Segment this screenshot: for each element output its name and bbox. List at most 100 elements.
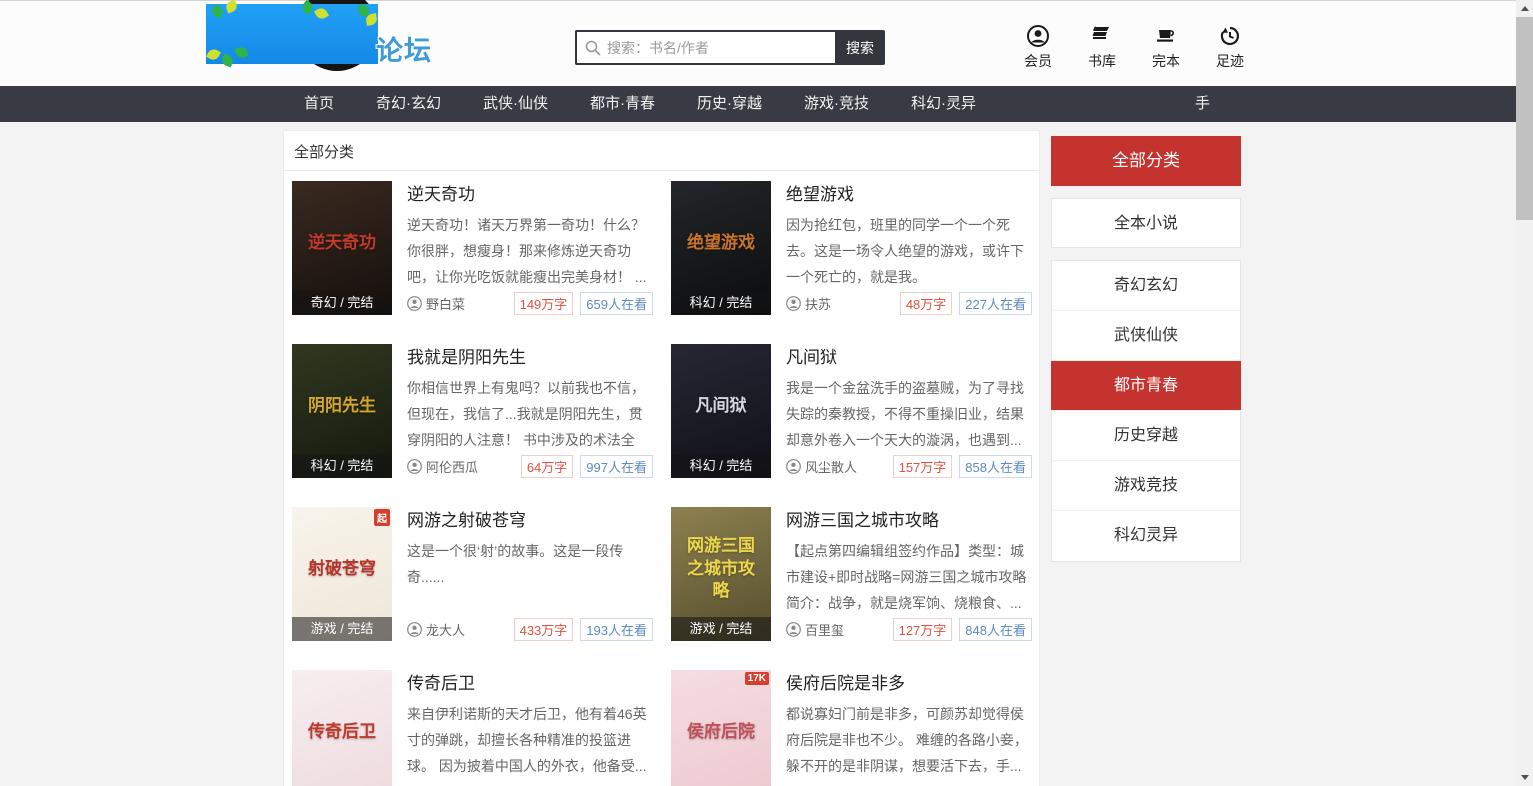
sidebar-category[interactable]: 游戏竞技 xyxy=(1052,461,1240,511)
book-info: 逆天奇功 逆天奇功！诸天万界第一奇功！什么？你很胖，想瘦身！那来修炼逆天奇功吧，… xyxy=(407,181,653,315)
cover-corner-badge: 起 xyxy=(374,509,390,526)
author-name: 风尘散人 xyxy=(805,457,857,476)
book-info: 传奇后卫 来自伊利诺斯的天才后卫，他有着46英寸的弹跳，却擅长各种精准的投篮进球… xyxy=(407,670,653,786)
book-title[interactable]: 绝望游戏 xyxy=(786,185,1032,205)
readers-count-badge: 848人在看 xyxy=(959,618,1032,641)
book-author[interactable]: 阿伦西瓜 xyxy=(407,457,478,476)
site-logo[interactable]: 论坛 xyxy=(206,1,446,81)
author-name: 野白菜 xyxy=(426,294,465,313)
scroll-down-arrow[interactable] xyxy=(1516,769,1533,786)
book-author[interactable]: 野白菜 xyxy=(407,294,465,313)
book-title[interactable]: 网游之射破苍穹 xyxy=(407,511,653,531)
book-cover[interactable]: 传奇后卫 xyxy=(292,670,392,786)
book-cover[interactable]: 阴阳先生 科幻 / 完结 xyxy=(292,344,392,478)
book-title[interactable]: 传奇后卫 xyxy=(407,674,653,694)
footprints-link[interactable]: 足迹 xyxy=(1208,24,1252,71)
cover-title-text: 绝望游戏 xyxy=(683,232,759,255)
footprints-label: 足迹 xyxy=(1216,51,1244,71)
search-input[interactable] xyxy=(607,40,817,56)
member-icon xyxy=(1026,24,1050,48)
library-icon xyxy=(1090,24,1114,48)
book-cover[interactable]: 17K 侯府后院 xyxy=(671,670,771,786)
word-count-badge: 127万字 xyxy=(893,618,953,641)
book-grid: 逆天奇功 奇幻 / 完结 逆天奇功 逆天奇功！诸天万界第一奇功！什么？你很胖，想… xyxy=(292,171,1031,786)
book-cover[interactable]: 网游三国之城市攻略 游戏 / 完结 xyxy=(671,507,771,641)
book-title[interactable]: 逆天奇功 xyxy=(407,185,653,205)
author-icon xyxy=(407,296,422,311)
finished-link[interactable]: 完本 xyxy=(1144,24,1188,71)
member-label: 会员 xyxy=(1024,51,1052,71)
main-nav: 首页 奇幻·玄幻 武侠·仙侠 都市·青春 历史·穿越 游戏·竞技 科幻·灵异 手… xyxy=(0,86,1516,122)
book-author[interactable]: 扶苏 xyxy=(786,294,831,313)
book-description: 逆天奇功！诸天万界第一奇功！什么？你很胖，想瘦身！那来修炼逆天奇功吧，让你光吃饭… xyxy=(407,212,653,290)
book-info: 网游三国之城市攻略 【起点第四编辑组签约作品】类型：城市建设+即时战略=网游三国… xyxy=(786,507,1032,641)
scroll-up-arrow[interactable] xyxy=(1516,0,1533,17)
book-card: 网游三国之城市攻略 游戏 / 完结 网游三国之城市攻略 【起点第四编辑组签约作品… xyxy=(671,507,1032,641)
book-badges: 149万字 659人在看 xyxy=(514,292,653,315)
sidebar-category[interactable]: 科幻灵异 xyxy=(1052,511,1240,561)
search-button[interactable]: 搜索 xyxy=(835,30,885,65)
author-name: 龙大人 xyxy=(426,620,465,639)
header-quick-links: 会员 书库 完本 足迹 xyxy=(1016,24,1252,71)
cover-category-tag: 奇幻 / 完结 xyxy=(292,291,392,315)
author-name: 百里玺 xyxy=(805,620,844,639)
book-meta: 扶苏 48万字 227人在看 xyxy=(786,292,1032,315)
book-meta: 风尘散人 157万字 858人在看 xyxy=(786,455,1032,478)
sidebar-category[interactable]: 都市青春 xyxy=(1051,361,1241,411)
sidebar-full-novels[interactable]: 全本小说 xyxy=(1051,198,1241,248)
book-info: 我就是阴阳先生 你相信世界上有鬼吗？以前我也不信，但现在，我信了...我就是阴阳… xyxy=(407,344,653,478)
nav-item[interactable]: 游戏·竞技 xyxy=(783,86,890,122)
book-card: 凡间狱 科幻 / 完结 凡间狱 我是一个金盆洗手的盗墓贼，为了寻找失踪的秦教授，… xyxy=(671,344,1032,478)
book-author[interactable]: 风尘散人 xyxy=(786,457,857,476)
vertical-scrollbar[interactable] xyxy=(1516,0,1533,786)
book-title[interactable]: 凡间狱 xyxy=(786,348,1032,368)
author-icon xyxy=(786,459,801,474)
cover-title-text: 网游三国之城市攻略 xyxy=(683,535,759,604)
readers-count-badge: 193人在看 xyxy=(580,618,653,641)
nav-item[interactable]: 历史·穿越 xyxy=(676,86,783,122)
book-title[interactable]: 侯府后院是非多 xyxy=(786,674,1032,694)
nav-item[interactable]: 首页 xyxy=(283,86,355,122)
nav-item[interactable]: 武侠·仙侠 xyxy=(462,86,569,122)
author-name: 阿伦西瓜 xyxy=(426,457,478,476)
readers-count-badge: 858人在看 xyxy=(959,455,1032,478)
book-description: 因为抢红包，班里的同学一个一个死去。这是一场令人绝望的游戏，或许下一个死亡的，就… xyxy=(786,212,1032,290)
nav-item[interactable]: 都市·青春 xyxy=(569,86,676,122)
book-title[interactable]: 网游三国之城市攻略 xyxy=(786,511,1032,531)
book-card: 传奇后卫 传奇后卫 来自伊利诺斯的天才后卫，他有着46英寸的弹跳，却擅长各种精准… xyxy=(292,670,653,786)
sidebar-category[interactable]: 奇幻玄幻 xyxy=(1052,261,1240,311)
search-bar: 搜索 xyxy=(575,30,885,65)
book-cover[interactable]: 起 射破苍穹 游戏 / 完结 xyxy=(292,507,392,641)
nav-item[interactable]: 奇幻·玄幻 xyxy=(355,86,462,122)
finished-label: 完本 xyxy=(1152,51,1180,71)
breadcrumb: 全部分类 xyxy=(292,131,1031,170)
book-card: 绝望游戏 科幻 / 完结 绝望游戏 因为抢红包，班里的同学一个一个死去。这是一场… xyxy=(671,181,1032,315)
library-link[interactable]: 书库 xyxy=(1080,24,1124,71)
nav-item[interactable]: 科幻·灵异 xyxy=(890,86,997,122)
book-description: 这是一个很‘射’的故事。这是一段传奇...... xyxy=(407,538,653,616)
book-title[interactable]: 我就是阴阳先生 xyxy=(407,348,653,368)
book-badges: 433万字 193人在看 xyxy=(514,618,653,641)
book-card: 逆天奇功 奇幻 / 完结 逆天奇功 逆天奇功！诸天万界第一奇功！什么？你很胖，想… xyxy=(292,181,653,315)
book-meta: 野白菜 149万字 659人在看 xyxy=(407,292,653,315)
logo-banner xyxy=(206,4,378,64)
book-badges: 127万字 848人在看 xyxy=(893,618,1032,641)
book-info: 侯府后院是非多 都说寡妇门前是非多，可颜苏却觉得侯府后院是非也不少。 难缠的各路… xyxy=(786,670,1032,786)
book-author[interactable]: 龙大人 xyxy=(407,620,465,639)
book-cover[interactable]: 绝望游戏 科幻 / 完结 xyxy=(671,181,771,315)
library-label: 书库 xyxy=(1088,51,1116,71)
book-cover[interactable]: 凡间狱 科幻 / 完结 xyxy=(671,344,771,478)
member-link[interactable]: 会员 xyxy=(1016,24,1060,71)
book-cover[interactable]: 逆天奇功 奇幻 / 完结 xyxy=(292,181,392,315)
sidebar-all-categories[interactable]: 全部分类 xyxy=(1051,136,1241,186)
cover-category-tag: 游戏 / 完结 xyxy=(671,617,771,641)
scrollbar-thumb[interactable] xyxy=(1516,17,1533,220)
word-count-badge: 64万字 xyxy=(521,455,573,478)
book-author[interactable]: 百里玺 xyxy=(786,620,844,639)
word-count-badge: 48万字 xyxy=(900,292,952,315)
book-meta: 阿伦西瓜 64万字 997人在看 xyxy=(407,455,653,478)
category-sidebar: 全部分类 全本小说 奇幻玄幻 武侠仙侠 都市青春 历史穿越 游戏竞技 科幻灵异 xyxy=(1051,136,1241,562)
author-icon xyxy=(786,622,801,637)
sidebar-category[interactable]: 历史穿越 xyxy=(1052,411,1240,461)
sidebar-category[interactable]: 武侠仙侠 xyxy=(1052,311,1240,361)
